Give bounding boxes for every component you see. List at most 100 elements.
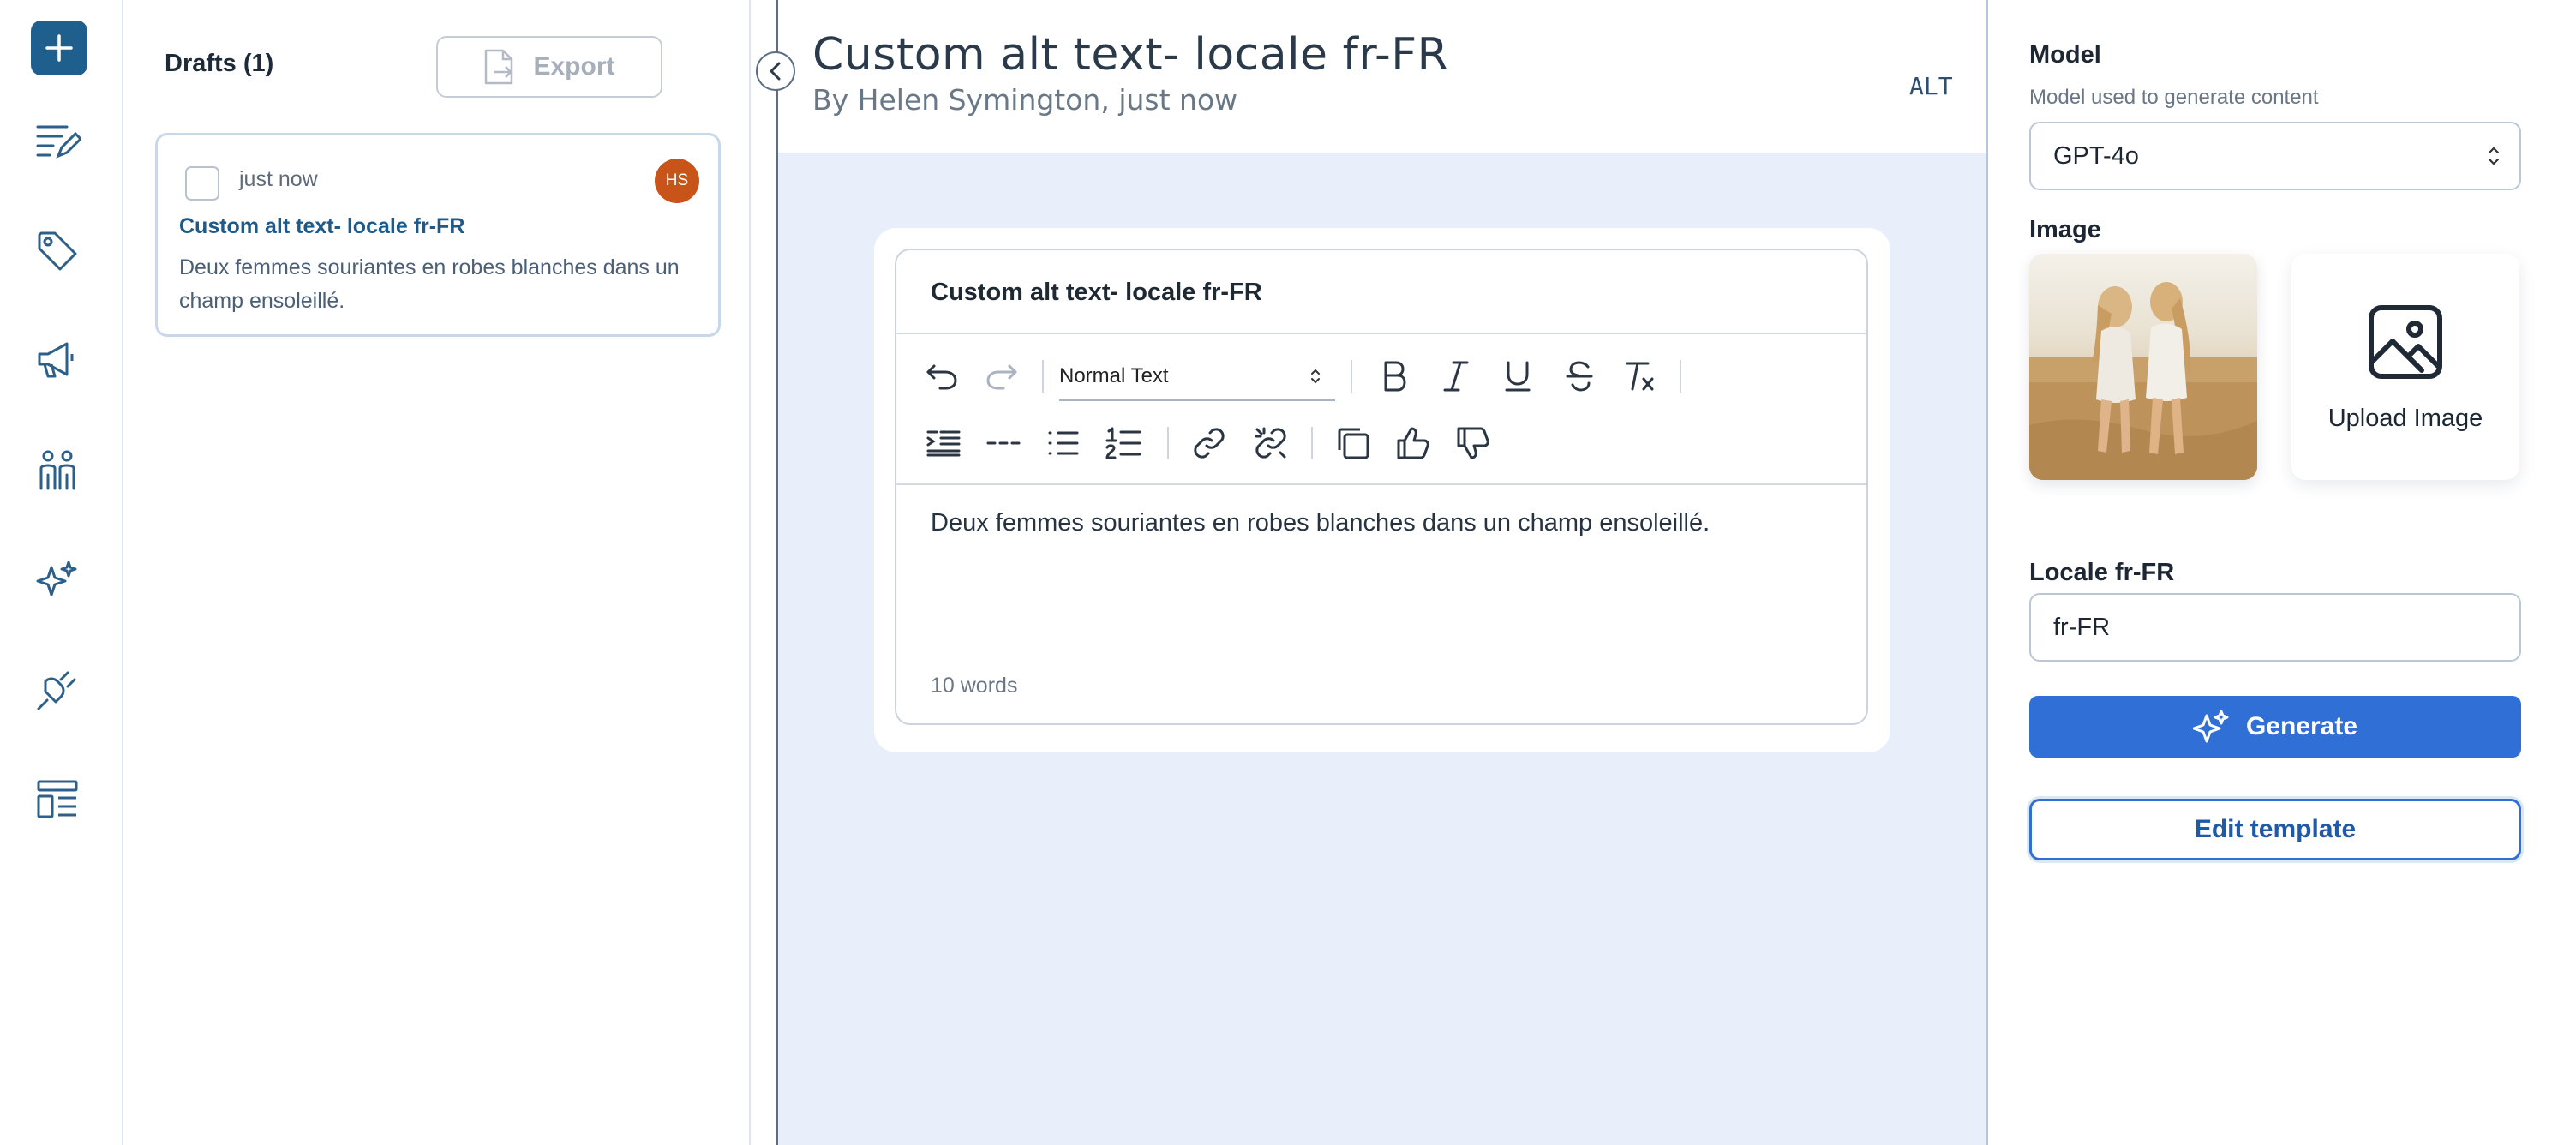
insert-link-button[interactable] — [1186, 420, 1232, 466]
model-label: Model — [2029, 41, 2101, 69]
nav-templates-button[interactable] — [27, 770, 87, 830]
outdent-button[interactable] — [920, 420, 967, 466]
export-file-icon — [485, 49, 513, 85]
collapse-panel-button[interactable] — [756, 51, 795, 91]
undo-button[interactable] — [919, 353, 965, 399]
toolbar-separator — [1167, 427, 1169, 459]
divider — [896, 333, 1866, 334]
megaphone-icon — [38, 342, 74, 378]
strikethrough-icon — [1566, 361, 1593, 392]
underline-button[interactable] — [1495, 353, 1541, 399]
template-layout-icon — [37, 780, 78, 818]
generate-label: Generate — [2245, 712, 2358, 740]
undo-icon — [926, 364, 957, 390]
redo-icon — [986, 364, 1017, 390]
horizontal-rule-icon — [986, 441, 1021, 445]
chevron-left-icon — [770, 62, 781, 81]
toolbar-separator — [1311, 427, 1313, 459]
generate-button[interactable]: Generate — [2029, 696, 2521, 758]
content-type-tag: ALT — [1909, 72, 1953, 100]
draft-checkbox[interactable] — [185, 166, 219, 201]
nav-tags-button[interactable] — [27, 221, 87, 281]
people-icon — [39, 450, 75, 490]
draft-time: just now — [239, 167, 318, 191]
bullet-list-icon — [1048, 431, 1079, 455]
editor-main: Custom alt text- locale fr-FR By Helen S… — [776, 0, 1988, 1145]
underline-icon — [1505, 361, 1531, 392]
numbered-list-button[interactable] — [1100, 420, 1147, 466]
rich-text-editor: Custom alt text- locale fr-FR Normal Tex… — [895, 249, 1868, 725]
toolbar-separator — [1680, 360, 1681, 393]
new-content-button[interactable] — [31, 21, 87, 75]
select-arrows-icon — [2488, 147, 2500, 165]
nav-audiences-button[interactable] — [27, 441, 87, 501]
document-title: Custom alt text- locale fr-FR — [812, 29, 1449, 81]
plus-icon — [45, 34, 73, 62]
document-byline: By Helen Symington, just now — [812, 83, 1238, 117]
image-upload-icon — [2369, 305, 2442, 379]
unlink-icon — [1255, 427, 1286, 459]
copy-icon — [1338, 428, 1369, 459]
avatar: HS — [655, 159, 699, 203]
editor-body-text[interactable]: Deux femmes souriantes en robes blanches… — [931, 509, 1710, 537]
nav-content-button[interactable] — [27, 111, 87, 171]
text-style-value: Normal Text — [1059, 364, 1169, 387]
numbered-list-icon — [1105, 427, 1141, 459]
thumbs-up-icon — [1397, 427, 1429, 459]
remove-link-button[interactable] — [1248, 420, 1294, 466]
bold-icon — [1384, 361, 1406, 392]
upload-image-label: Upload Image — [2327, 405, 2483, 432]
drafts-panel: Drafts (1) Export just now HS Custom alt… — [125, 0, 751, 1145]
edit-template-button[interactable]: Edit template — [2029, 799, 2521, 860]
word-count: 10 words — [931, 674, 1018, 698]
nav-campaigns-button[interactable] — [27, 331, 87, 391]
export-button[interactable]: Export — [436, 36, 662, 98]
draft-title: Custom alt text- locale fr-FR — [179, 214, 465, 238]
drafts-title: Drafts (1) — [165, 50, 274, 77]
plug-icon — [37, 671, 76, 710]
select-arrows-icon — [1311, 369, 1320, 384]
clear-format-button[interactable] — [1618, 353, 1664, 399]
nav-rail — [0, 0, 123, 1145]
text-style-select[interactable]: Normal Text — [1059, 353, 1335, 401]
selected-image-thumbnail[interactable] — [2029, 254, 2257, 480]
thumbs-up-button[interactable] — [1390, 420, 1436, 466]
link-icon — [1194, 428, 1225, 459]
model-select-value: GPT-4o — [2053, 141, 2139, 170]
locale-input[interactable]: fr-FR — [2029, 593, 2521, 662]
thumbs-down-icon — [1457, 427, 1489, 459]
document-header: Custom alt text- locale fr-FR By Helen S… — [778, 0, 1986, 153]
toolbar-separator — [1042, 360, 1044, 393]
draft-card[interactable]: just now HS Custom alt text- locale fr-F… — [155, 133, 721, 337]
clear-format-icon — [1626, 362, 1654, 391]
toolbar-separator — [1351, 360, 1352, 393]
strikethrough-button[interactable] — [1556, 353, 1603, 399]
italic-button[interactable] — [1433, 353, 1479, 399]
settings-panel: Model Model used to generate content GPT… — [1990, 0, 2576, 1145]
editor-title[interactable]: Custom alt text- locale fr-FR — [931, 279, 1262, 307]
upload-image-button[interactable]: Upload Image — [2291, 254, 2519, 480]
sparkles-icon — [36, 561, 77, 596]
content-list-icon — [36, 125, 81, 159]
editor-card: Custom alt text- locale fr-FR Normal Tex… — [874, 228, 1890, 752]
horizontal-rule-button[interactable] — [980, 420, 1027, 466]
export-label: Export — [533, 52, 615, 81]
bullet-list-button[interactable] — [1040, 420, 1087, 466]
outdent-icon — [926, 430, 961, 457]
divider — [896, 483, 1866, 485]
tag-icon — [38, 231, 77, 271]
draft-excerpt: Deux femmes souriantes en robes blanches… — [179, 255, 680, 313]
redo-button[interactable] — [979, 353, 1025, 399]
image-label: Image — [2029, 216, 2101, 243]
sparkles-icon — [2192, 710, 2229, 743]
bold-button[interactable] — [1371, 353, 1417, 399]
nav-integrations-button[interactable] — [27, 660, 87, 720]
image-preview — [2029, 254, 2257, 480]
italic-icon — [1443, 361, 1469, 392]
model-help-text: Model used to generate content — [2029, 86, 2319, 109]
locale-label: Locale fr-FR — [2029, 559, 2175, 586]
copy-button[interactable] — [1330, 420, 1376, 466]
thumbs-down-button[interactable] — [1450, 420, 1496, 466]
model-select[interactable]: GPT-4o — [2029, 122, 2521, 190]
nav-ai-button[interactable] — [27, 550, 87, 610]
